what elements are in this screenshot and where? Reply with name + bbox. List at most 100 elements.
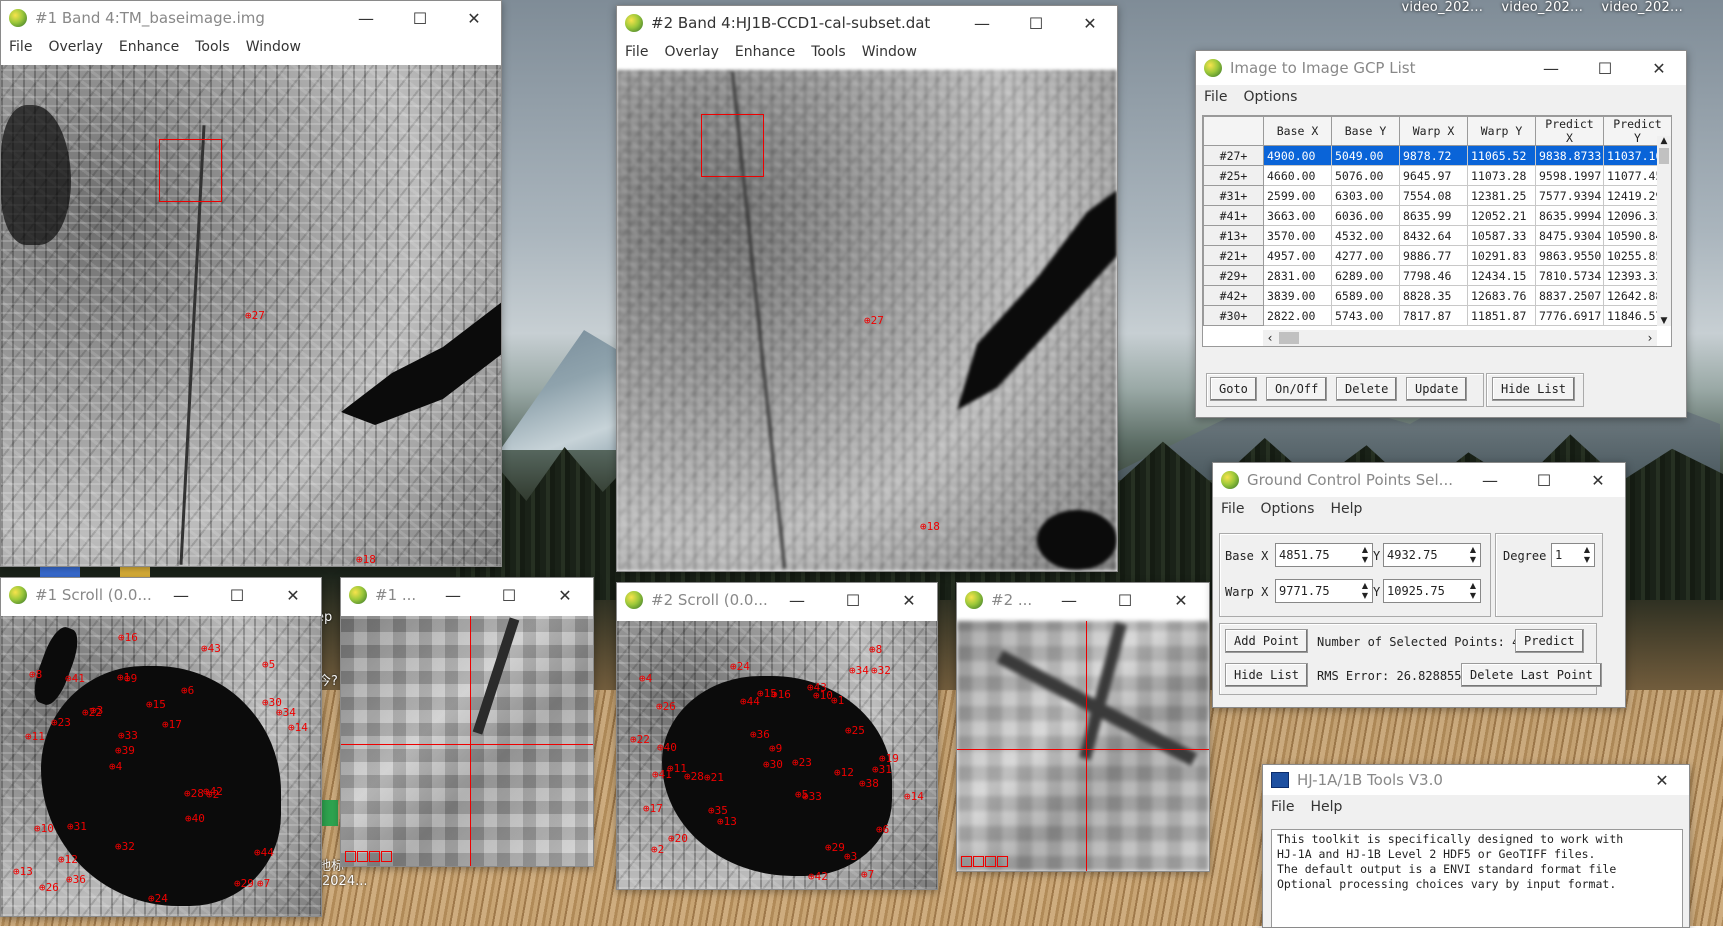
horizontal-scrollbar[interactable]: ‹ › (1263, 330, 1657, 346)
gcp-marker[interactable]: ⊕29 (825, 841, 845, 854)
title-bar[interactable]: Image to Image GCP List — ☐ ✕ (1196, 51, 1686, 85)
gcp-marker[interactable]: ⊕36 (66, 873, 86, 886)
zoom-window-2[interactable]: #2 ... — ☐ ✕ (956, 582, 1210, 872)
title-bar[interactable]: #2 ... — ☐ ✕ (957, 583, 1209, 617)
close-button[interactable]: ✕ (537, 586, 593, 605)
table-row[interactable]: #25+ 4660.00 5076.00 9645.97 11073.28 9598.19… (1203, 165, 1671, 186)
table-cell[interactable]: 5743.00 (1331, 305, 1400, 326)
gcp-marker[interactable]: ⊕9 (124, 672, 137, 685)
table-cell[interactable]: 6303.00 (1331, 185, 1400, 206)
zoom-controls[interactable] (961, 856, 1009, 867)
zoom-toggle-icon[interactable] (997, 856, 1008, 867)
zoom-toggle-icon[interactable] (381, 851, 392, 862)
degree-field[interactable]: 1 ▲ ▼ (1551, 543, 1595, 567)
zoom-reset-icon[interactable] (985, 856, 996, 867)
gcp-marker[interactable]: ⊕39 (115, 744, 135, 757)
table-cell[interactable]: 6289.00 (1331, 265, 1400, 286)
table-cell[interactable]: 8475.9304 (1535, 225, 1604, 246)
desktop-shortcut-text[interactable]: 2024... (322, 874, 367, 889)
gcp-table-container[interactable]: Base X Base Y Warp X Warp Y Predict X Pr… (1202, 115, 1672, 347)
scroll-down-arrow[interactable]: ▼ (1657, 316, 1671, 326)
menu-tools[interactable]: Tools (195, 39, 230, 55)
table-row[interactable]: #41+ 3663.00 6036.00 8635.99 12052.21 8635.99… (1203, 205, 1671, 226)
close-button[interactable]: ✕ (1571, 471, 1625, 490)
gcp-marker[interactable]: ⊕31 (67, 820, 87, 833)
scroll-image[interactable]: ⊕7 ⊕11 ⊕5 ⊕4 ⊕6 ⊕26 ⊕20 ⊕21 ⊕1 ⊕15 ⊕10 ⊕3 ⊕13 ⊕24 ⊕23 ⊕… (617, 621, 937, 889)
table-cell[interactable]: 12052.21 (1467, 205, 1536, 226)
column-header[interactable]: Warp X (1399, 116, 1468, 146)
info-text-box[interactable]: This toolkit is specifically designed to… (1271, 829, 1683, 927)
gcp-marker[interactable]: ⊕35 (708, 804, 728, 817)
title-bar[interactable]: #1 Band 4:TM_baseimage.img — ☐ ✕ (1, 1, 501, 35)
gcp-marker[interactable]: ⊕23 (51, 716, 71, 729)
desktop-file[interactable]: video_202... (1601, 0, 1683, 15)
base-image-window[interactable]: #1 Band 4:TM_baseimage.img — ☐ ✕ File Ov… (0, 0, 502, 567)
gcp-marker[interactable]: ⊕38 (859, 777, 879, 790)
spin-arrows-icon[interactable]: ▲ ▼ (1358, 581, 1372, 601)
table-cell[interactable]: 3839.00 (1263, 285, 1332, 306)
gcp-marker[interactable]: ⊕34 (276, 706, 296, 719)
gcp-marker[interactable]: ⊕13 (13, 865, 33, 878)
scroll-right-arrow[interactable]: › (1643, 331, 1657, 345)
table-cell[interactable]: 12434.15 (1467, 265, 1536, 286)
menu-overlay[interactable]: Overlay (48, 39, 102, 55)
warp-y-field[interactable]: 10925.75 ▲ ▼ (1383, 579, 1481, 603)
add-point-button[interactable]: Add Point (1225, 629, 1309, 653)
table-cell[interactable]: 3570.00 (1263, 225, 1332, 246)
table-cell[interactable]: 2822.00 (1263, 305, 1332, 326)
zoom-box[interactable] (159, 139, 222, 202)
gcp-marker[interactable]: ⊕10 (34, 822, 54, 835)
table-cell[interactable]: 3663.00 (1263, 205, 1332, 226)
gcp-marker[interactable]: ⊕31 (872, 763, 892, 776)
gcp-marker[interactable]: ⊕22 (82, 706, 102, 719)
row-header[interactable]: #25+ (1203, 165, 1264, 186)
gcp-marker[interactable]: ⊕7 (861, 868, 874, 881)
zoom-controls[interactable] (345, 851, 393, 862)
table-row[interactable]: #27+ 4900.00 5049.00 9878.72 11065.52 9838.87… (1203, 145, 1671, 166)
gcp-marker[interactable]: ⊕30 (763, 758, 783, 771)
gcp-marker[interactable]: ⊕27 (864, 314, 884, 327)
gcp-marker[interactable]: ⊕8 (29, 668, 42, 681)
zoom-box[interactable] (701, 114, 764, 177)
table-cell[interactable]: 6589.00 (1331, 285, 1400, 306)
row-header[interactable]: #42+ (1203, 285, 1264, 306)
warp-x-field[interactable]: 9771.75 ▲ ▼ (1275, 579, 1373, 603)
close-button[interactable]: ✕ (1063, 14, 1117, 33)
maximize-button[interactable]: ☐ (209, 586, 265, 605)
gcp-marker[interactable]: ⊕26 (39, 881, 59, 894)
gcp-marker[interactable]: ⊕21 (704, 771, 724, 784)
scroll-thumb[interactable] (1659, 148, 1669, 164)
row-header[interactable]: #13+ (1203, 225, 1264, 246)
table-row[interactable]: #30+ 2822.00 5743.00 7817.87 11851.87 7776.69… (1203, 305, 1671, 326)
table-cell[interactable]: 9878.72 (1399, 145, 1468, 166)
gcp-table[interactable]: Base X Base Y Warp X Warp Y Predict X Pr… (1203, 116, 1671, 326)
warp-image-window[interactable]: #2 Band 4:HJ1B-CCD1-cal-subset.dat — ☐ ✕… (616, 5, 1118, 572)
zoom-window-1[interactable]: #1 ... — ☐ ✕ (340, 577, 594, 867)
title-bar[interactable]: #2 Band 4:HJ1B-CCD1-cal-subset.dat — ☐ ✕ (617, 6, 1117, 40)
gcp-marker[interactable]: ⊕43 (807, 681, 827, 694)
scroll-left-arrow[interactable]: ‹ (1263, 331, 1277, 345)
row-header[interactable]: #29+ (1203, 265, 1264, 286)
hide-list-button[interactable]: Hide List (1225, 663, 1309, 687)
table-row[interactable]: #31+ 2599.00 6303.00 7554.08 12381.25 7577.93… (1203, 185, 1671, 206)
table-cell[interactable]: 9886.77 (1399, 245, 1468, 266)
column-header[interactable]: Base X (1263, 116, 1332, 146)
gcp-marker[interactable]: ⊕25 (845, 724, 865, 737)
table-cell[interactable]: 4660.00 (1263, 165, 1332, 186)
zoom-image[interactable] (341, 616, 593, 866)
table-cell[interactable]: 2831.00 (1263, 265, 1332, 286)
column-header[interactable]: Warp Y (1467, 116, 1536, 146)
title-bar[interactable]: HJ-1A/1B Tools V3.0 ✕ (1263, 765, 1689, 795)
gcp-marker[interactable]: ⊕41 (65, 672, 85, 685)
close-button[interactable]: ✕ (1153, 591, 1209, 610)
table-cell[interactable]: 7798.46 (1399, 265, 1468, 286)
gcp-marker[interactable]: ⊕4 (639, 672, 652, 685)
table-cell[interactable]: 8635.99 (1399, 205, 1468, 226)
minimize-button[interactable]: — (153, 586, 209, 605)
minimize-button[interactable]: — (1524, 59, 1578, 78)
predict-button[interactable]: Predict (1515, 629, 1584, 653)
gcp-marker[interactable]: ⊕40 (185, 812, 205, 825)
update-button[interactable]: Update (1406, 377, 1468, 401)
vertical-scrollbar[interactable]: ▲ ▼ (1657, 136, 1671, 326)
table-row[interactable]: #42+ 3839.00 6589.00 8828.35 12683.76 8837.25… (1203, 285, 1671, 306)
